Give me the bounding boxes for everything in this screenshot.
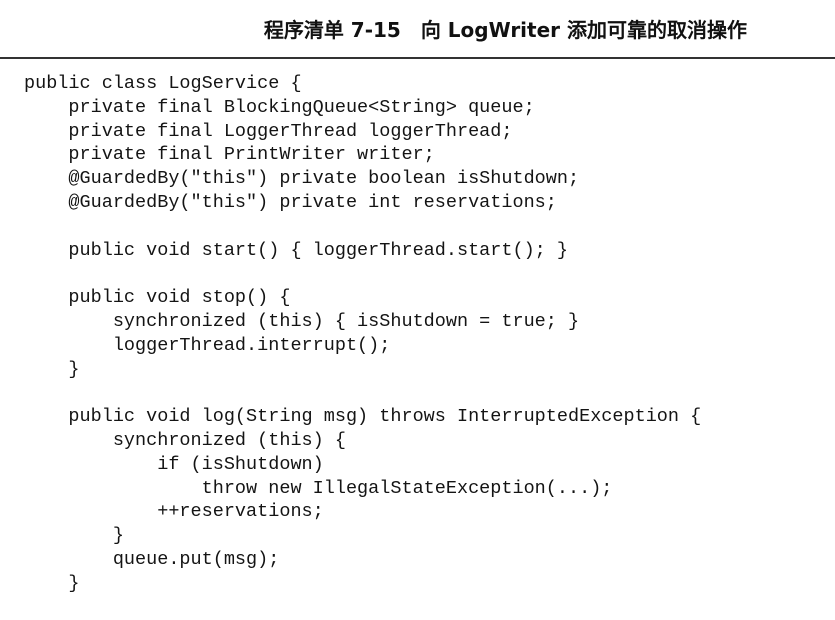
code-line: public void log(String msg) throws Inter… bbox=[24, 406, 702, 428]
code-line: } bbox=[24, 572, 80, 594]
code-line: ++reservations; bbox=[24, 501, 324, 523]
code-line: throw new IllegalStateException(...); bbox=[24, 477, 613, 499]
code-line: @GuardedBy("this") private boolean isShu… bbox=[24, 168, 580, 190]
listing-label: 程序清单 7-15 bbox=[263, 18, 401, 42]
listing-header: 程序清单 7-15 向 LogWriter 添加可靠的取消操作 bbox=[0, 0, 835, 60]
code-listing: public class LogService { private final … bbox=[24, 72, 824, 596]
code-line: public void stop() { bbox=[24, 287, 291, 309]
document-page: 程序清单 7-15 向 LogWriter 添加可靠的取消操作 public cl… bbox=[0, 0, 835, 620]
code-line: } bbox=[24, 358, 80, 380]
code-line: public class LogService { bbox=[24, 73, 302, 94]
code-line: public void start() { loggerThread.start… bbox=[24, 239, 568, 261]
code-line: synchronized (this) { isShutdown = true;… bbox=[24, 310, 580, 332]
header-rule bbox=[0, 57, 835, 59]
listing-caption: 向 LogWriter 添加可靠的取消操作 bbox=[420, 18, 747, 42]
code-line: @GuardedBy("this") private int reservati… bbox=[24, 191, 557, 213]
code-line: queue.put(msg); bbox=[24, 548, 280, 570]
code-line: private final PrintWriter writer; bbox=[24, 144, 435, 166]
code-line: } bbox=[24, 525, 124, 547]
code-line: if (isShutdown) bbox=[24, 453, 324, 475]
code-line: private final BlockingQueue<String> queu… bbox=[24, 96, 535, 118]
code-line: private final LoggerThread loggerThread; bbox=[24, 120, 513, 142]
code-line: synchronized (this) { bbox=[24, 429, 346, 451]
listing-title: 程序清单 7-15 向 LogWriter 添加可靠的取消操作 bbox=[264, 14, 747, 43]
code-line: loggerThread.interrupt(); bbox=[24, 334, 391, 356]
